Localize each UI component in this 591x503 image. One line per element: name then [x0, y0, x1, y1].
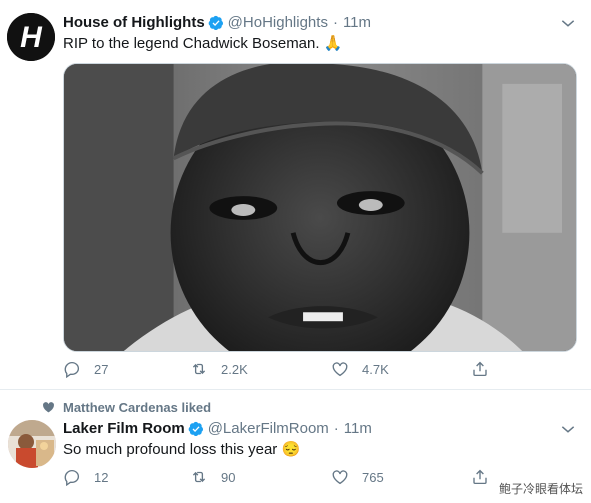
- timestamp[interactable]: 11m: [343, 13, 371, 33]
- tweet-text: RIP to the legend Chadwick Boseman. 🙏: [63, 35, 343, 52]
- like-button[interactable]: 4.7K: [331, 360, 389, 378]
- like-button[interactable]: 765: [331, 468, 384, 486]
- avatar-letter: H: [20, 21, 43, 54]
- tweet-photo[interactable]: [63, 63, 577, 352]
- retweet-icon: [192, 363, 206, 375]
- heart-icon: [332, 362, 348, 377]
- reply-icon: [64, 361, 80, 378]
- heart-icon: [332, 470, 348, 485]
- reply-count: 27: [94, 361, 109, 377]
- verified-badge-icon: [188, 421, 204, 437]
- share-icon: [473, 469, 487, 485]
- retweet-button[interactable]: 90: [190, 468, 235, 486]
- retweet-button[interactable]: 2.2K: [190, 360, 248, 378]
- reply-button[interactable]: 12: [63, 468, 108, 486]
- timestamp[interactable]: 11m: [344, 419, 372, 439]
- display-name[interactable]: Laker Film Room: [63, 419, 185, 439]
- share-icon: [473, 361, 487, 377]
- avatar[interactable]: [8, 420, 56, 468]
- tweet-house-of-highlights[interactable]: H House of Highlights @HoHighlights · 11…: [0, 0, 591, 390]
- retweet-count: 2.2K: [221, 361, 248, 377]
- share-button[interactable]: [471, 468, 502, 486]
- share-button[interactable]: [471, 360, 502, 378]
- verified-badge-icon: [208, 15, 224, 31]
- chevron-down-icon[interactable]: [559, 421, 577, 439]
- retweet-icon: [192, 471, 206, 483]
- reply-button[interactable]: 27: [63, 360, 108, 378]
- avatar[interactable]: H: [7, 13, 55, 61]
- reply-icon: [64, 469, 80, 486]
- separator: ·: [332, 14, 338, 31]
- reply-count: 12: [94, 469, 109, 485]
- watermark: 鲍子冷眼看体坛: [498, 482, 583, 496]
- handle[interactable]: @HoHighlights: [228, 13, 328, 33]
- social-context[interactable]: Matthew Cardenas liked: [63, 400, 211, 416]
- retweet-count: 90: [221, 469, 236, 485]
- like-count: 4.7K: [362, 361, 389, 377]
- liked-heart-icon: [42, 401, 55, 414]
- like-count: 765: [362, 469, 384, 485]
- handle[interactable]: @LakerFilmRoom: [208, 419, 329, 439]
- separator: ·: [333, 420, 339, 437]
- tweet-text: So much profound loss this year 😔: [63, 441, 301, 458]
- chevron-down-icon[interactable]: [559, 15, 577, 33]
- display-name[interactable]: House of Highlights: [63, 13, 205, 33]
